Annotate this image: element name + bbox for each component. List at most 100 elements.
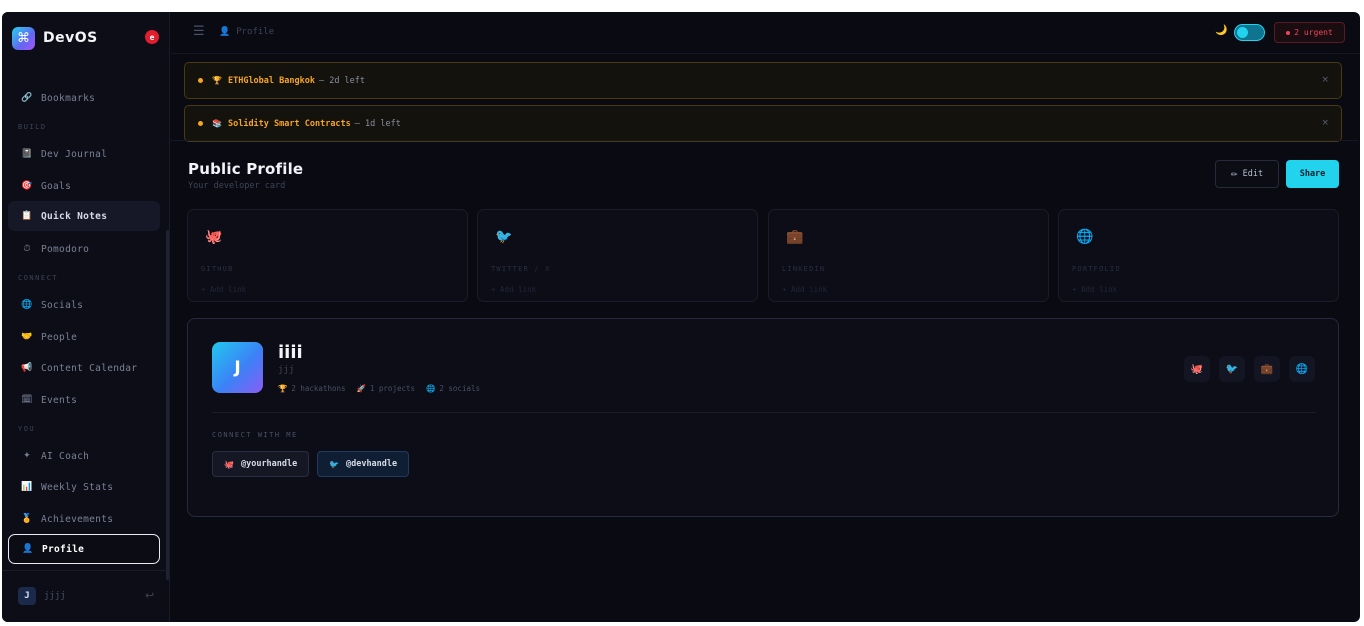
globe-icon: 🌐 [21, 300, 33, 310]
edit-button[interactable]: ✏ Edit [1215, 160, 1279, 188]
sidebar-item-dev-journal[interactable]: 📓 Dev Journal [8, 139, 160, 169]
sidebar-item-people[interactable]: 🤝 People [8, 322, 160, 352]
sidebar-item-goals[interactable]: 🎯 Goals [8, 171, 160, 201]
alert-deadline: — 1d left [354, 118, 401, 129]
connect-label: CONNECT WITH ME [212, 431, 298, 439]
timer-icon: ⏱ [23, 244, 31, 254]
social-card-github[interactable]: 🐙 GITHUB + Add link [187, 209, 468, 302]
medal-icon: 🏅 [21, 514, 33, 524]
sidebar-scrollbar[interactable] [166, 230, 169, 580]
add-link-button[interactable]: + Add link [201, 285, 246, 294]
pencil-icon: ✏ [1230, 169, 1238, 179]
user-name: jjjj [44, 591, 66, 601]
app-window: ⌘ DevOS e 🔗 Bookmarks BUILD 📓 Dev Journa… [2, 12, 1360, 622]
sidebar-item-weekly-stats[interactable]: 📊 Weekly Stats [8, 472, 160, 502]
social-card-linkedin[interactable]: 💼 LINKEDIN + Add link [768, 209, 1049, 302]
section-label-connect: CONNECT [18, 274, 59, 282]
sidebar-item-content-calendar[interactable]: 📢 Content Calendar [8, 353, 160, 383]
sidebar-item-bookmarks[interactable]: 🔗 Bookmarks [8, 83, 160, 113]
stat-label: 1 projects [369, 384, 416, 393]
sidebar-item-socials[interactable]: 🌐 Socials [8, 290, 160, 320]
books-icon: 📚 [212, 119, 222, 128]
trophy-icon: 🏆 [212, 76, 222, 85]
avatar: J [18, 587, 36, 605]
alert-title[interactable]: ETHGlobal Bangkok [228, 76, 315, 86]
add-link-button[interactable]: + Add link [782, 285, 827, 294]
sidebar-item-achievements[interactable]: 🏅 Achievements [8, 504, 160, 534]
social-card-portfolio[interactable]: 🌐 PORTFOLIO + Add link [1058, 209, 1339, 302]
calendar-icon: 🗓 [21, 395, 33, 405]
add-link-button[interactable]: + Add link [491, 285, 536, 294]
github-chip[interactable]: 🐙 @yourhandle [212, 451, 310, 477]
globe-icon: 🌐 [1076, 229, 1094, 245]
alert-dot [198, 121, 203, 126]
sidebar-item-profile[interactable]: 👤 Profile [8, 534, 160, 564]
add-link-button[interactable]: + Add link [1072, 285, 1117, 294]
toggle-knob [1237, 27, 1248, 38]
sidebar-item-label: Profile [42, 543, 85, 555]
bird-icon[interactable]: 🐦 [1219, 356, 1245, 382]
sidebar-item-label: Content Calendar [41, 362, 138, 374]
sidebar-item-label: AI Coach [41, 450, 90, 462]
bar-chart-icon: 📊 [21, 482, 33, 492]
section-label-build: BUILD [18, 123, 47, 131]
topbar: ☰ 👤 Profile 🌙 2 urgent [171, 12, 1360, 54]
alert-dot [198, 78, 203, 83]
edit-button-label: Edit [1242, 169, 1264, 179]
theme-toggle[interactable] [1234, 24, 1265, 41]
sidebar-item-events[interactable]: 🗓 Events [8, 385, 160, 415]
sidebar-item-label: Weekly Stats [41, 481, 114, 493]
sidebar-nav: 🔗 Bookmarks BUILD 📓 Dev Journal 🎯 Goals … [2, 52, 170, 567]
social-card-name: TWITTER / X [491, 265, 551, 273]
globe-icon: 🌐 [426, 384, 436, 393]
twitter-chip[interactable]: 🐦 @devhandle [317, 451, 410, 477]
sidebar-item-ai-coach[interactable]: ✦ AI Coach [8, 441, 160, 471]
breadcrumb: 👤 Profile [219, 27, 274, 37]
sidebar-item-pomodoro[interactable]: ⏱ Pomodoro [8, 234, 160, 264]
alert-deadline: — 2d left [318, 75, 366, 86]
bird-icon: 🐦 [495, 229, 513, 245]
brand[interactable]: ⌘ DevOS e [12, 26, 162, 50]
user-icon: 👤 [219, 27, 231, 37]
share-button[interactable]: Share [1286, 160, 1339, 188]
sidebar-item-quick-notes[interactable]: 📋 Quick Notes [8, 201, 160, 231]
notebook-icon: 📓 [21, 149, 33, 159]
sidebar-item-label: Achievements [41, 513, 114, 525]
sidebar-item-label: Goals [41, 180, 72, 192]
page-title: Public Profile [188, 160, 304, 178]
logout-icon[interactable]: ↩ [145, 589, 154, 602]
stat-label: 2 hackathons [291, 384, 346, 393]
alert-title[interactable]: Solidity Smart Contracts [228, 119, 351, 129]
sidebar-item-label: Pomodoro [41, 243, 90, 255]
menu-icon[interactable]: ☰ [193, 24, 205, 39]
page-subtitle: Your developer card [188, 181, 286, 191]
octopus-icon: 🐙 [205, 229, 223, 245]
notification-badge[interactable]: e [145, 30, 159, 44]
stat-socials: 🌐 2 socials [426, 384, 480, 393]
sidebar-item-label: Quick Notes [41, 210, 108, 222]
sidebar-item-label: Bookmarks [41, 92, 96, 104]
stat-projects: 🚀 1 projects [357, 384, 416, 393]
chip-label: @devhandle [345, 459, 398, 469]
social-card-twitter[interactable]: 🐦 TWITTER / X + Add link [477, 209, 758, 302]
divider [212, 412, 1316, 413]
briefcase-icon[interactable]: 💼 [1254, 356, 1280, 382]
sidebar-item-label: Events [41, 394, 78, 406]
social-card-name: GITHUB [201, 265, 234, 273]
sidebar-item-label: Socials [41, 299, 84, 311]
stat-label: 2 socials [439, 384, 481, 393]
globe-icon[interactable]: 🌐 [1289, 356, 1315, 382]
divider [169, 140, 1358, 141]
close-icon[interactable]: × [1321, 75, 1329, 85]
rocket-icon: 🚀 [356, 384, 366, 393]
octopus-icon[interactable]: 🐙 [1184, 356, 1210, 382]
sidebar-item-label: People [41, 331, 78, 343]
close-icon[interactable]: × [1321, 118, 1329, 128]
sparkle-icon: ✦ [23, 451, 31, 461]
user-menu[interactable]: J jjjj ↩ [2, 570, 170, 622]
target-icon: 🎯 [21, 181, 33, 191]
urgent-badge[interactable]: 2 urgent [1274, 22, 1345, 43]
social-card-name: PORTFOLIO [1072, 265, 1121, 273]
sidebar-item-label: Dev Journal [41, 148, 108, 160]
user-icon: 👤 [22, 544, 34, 554]
